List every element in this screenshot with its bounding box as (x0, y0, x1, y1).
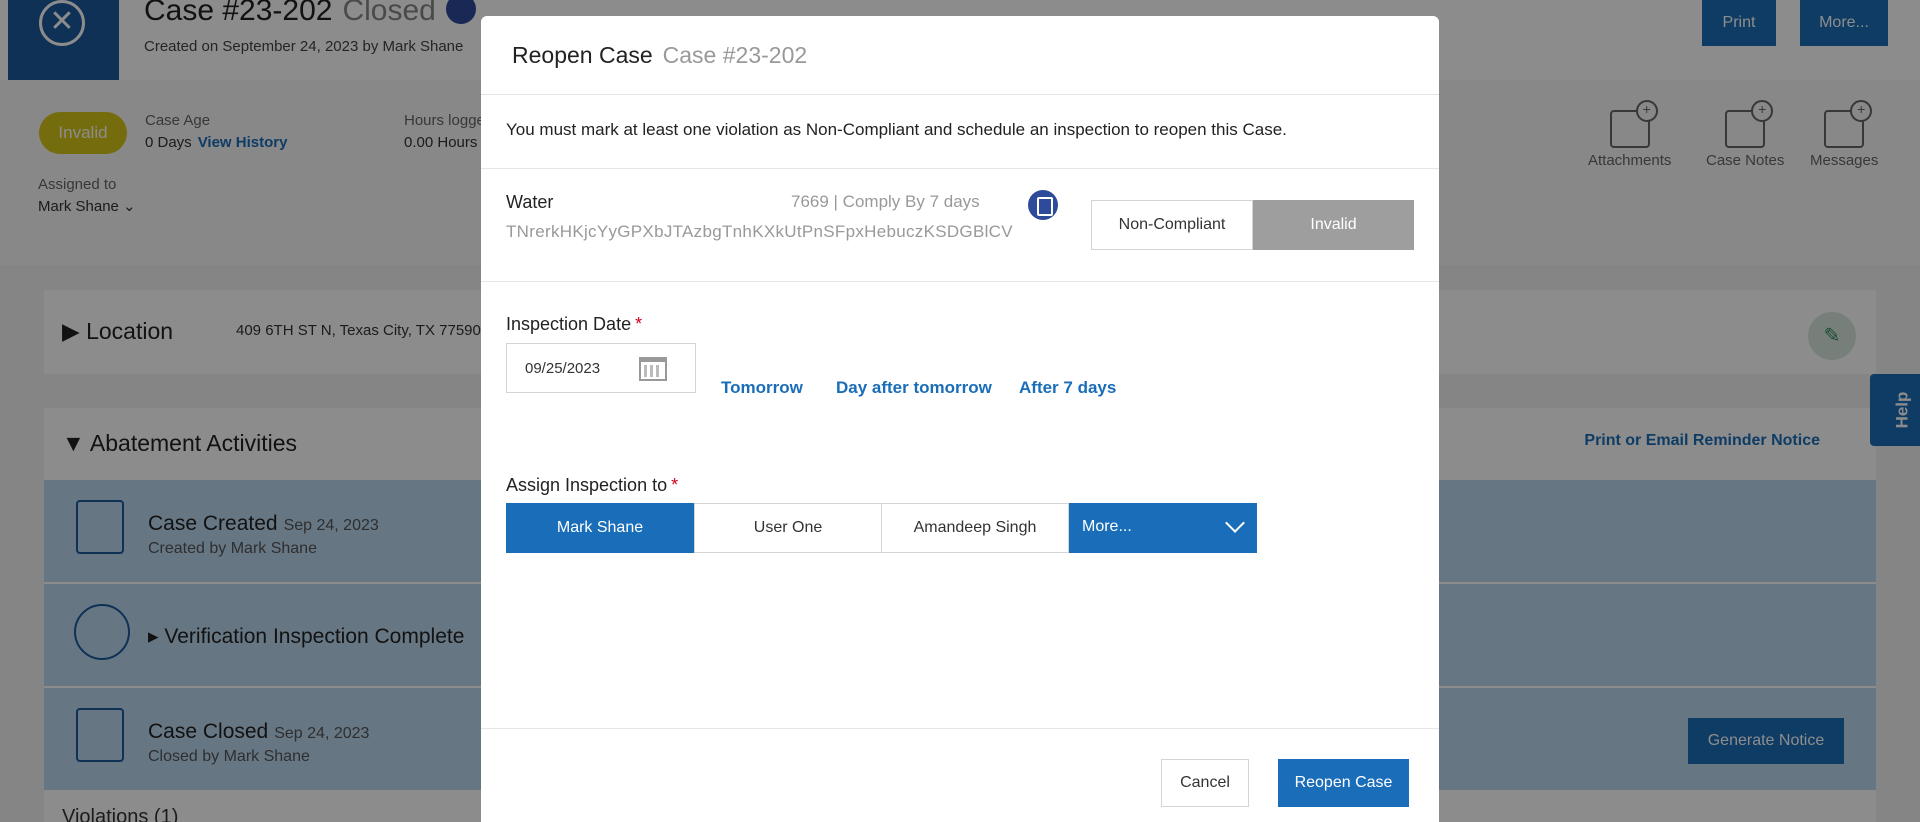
divider (481, 728, 1439, 729)
assignee-amandeep-singh[interactable]: Amandeep Singh (881, 503, 1069, 553)
modal-title: Reopen Case Case #23-202 (512, 42, 807, 69)
calendar-icon[interactable] (639, 357, 667, 381)
inspection-date-label: Inspection Date * (506, 314, 642, 335)
divider (481, 168, 1439, 169)
divider (481, 281, 1439, 282)
cancel-button[interactable]: Cancel (1161, 759, 1249, 807)
modal-subtitle: Case #23-202 (662, 42, 808, 68)
inspection-date-input[interactable]: 09/25/2023 (506, 343, 696, 393)
after-7-days-link[interactable]: After 7 days (1019, 378, 1116, 398)
assign-inspection-label-text: Assign Inspection to (506, 475, 668, 495)
inspection-date-value: 09/25/2023 (525, 360, 601, 377)
reopen-case-button[interactable]: Reopen Case (1278, 759, 1409, 807)
assignee-mark-shane[interactable]: Mark Shane (506, 503, 694, 553)
inspection-date-label-text: Inspection Date (506, 314, 632, 334)
day-after-tomorrow-link[interactable]: Day after tomorrow (836, 378, 992, 398)
non-compliant-toggle[interactable]: Non-Compliant (1091, 200, 1253, 250)
assignee-user-one[interactable]: User One (694, 503, 882, 553)
reopen-case-modal: Reopen Case Case #23-202 You must mark at… (481, 16, 1439, 822)
modal-header: Reopen Case Case #23-202 (481, 16, 1439, 95)
more-assignees-select[interactable]: More... (1069, 503, 1257, 553)
required-marker: * (635, 314, 643, 334)
invalid-toggle[interactable]: Invalid (1253, 200, 1414, 250)
more-select-label: More... (1082, 518, 1132, 535)
note-icon[interactable] (1028, 190, 1058, 220)
violation-name: Water (506, 192, 554, 212)
modal-title-text: Reopen Case (512, 42, 653, 68)
violation-description: TNrerkHKjcYyGPXbJTAzbgTnhKXkUtPnSFpxHebu… (506, 222, 1013, 241)
assign-inspection-label: Assign Inspection to * (506, 475, 678, 496)
reopen-notice: You must mark at least one violation as … (506, 120, 1287, 139)
tomorrow-link[interactable]: Tomorrow (721, 378, 803, 398)
violation-code: 7669 | Comply By 7 days (791, 192, 980, 211)
chevron-down-icon (1225, 513, 1245, 533)
required-marker: * (671, 475, 679, 495)
